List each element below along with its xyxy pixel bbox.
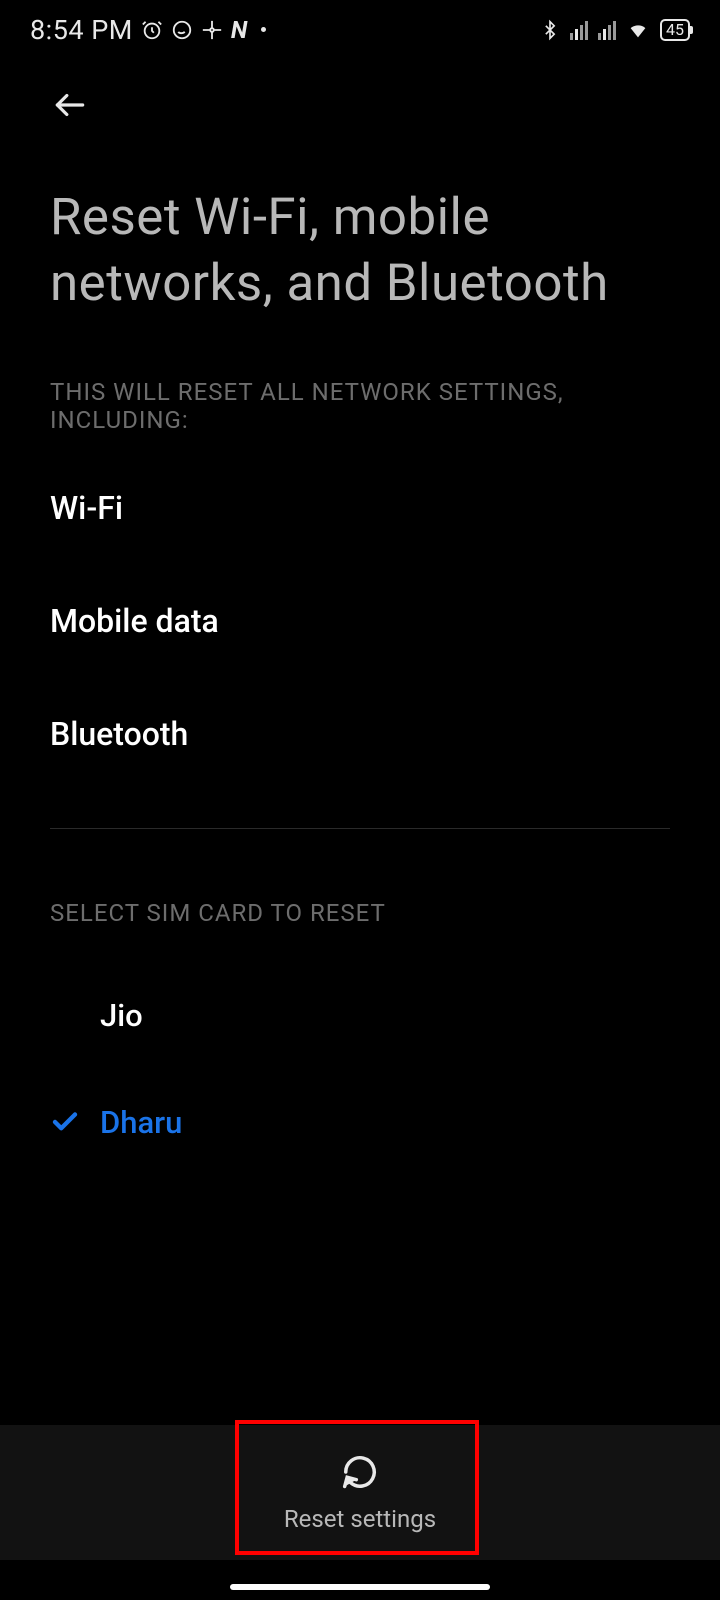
notification-icon: N [231, 16, 247, 44]
status-left: 8:54 PM N [30, 14, 266, 46]
reset-item-mobile-data: Mobile data [50, 602, 670, 640]
status-bar: 8:54 PM N 45 [0, 0, 720, 55]
sim-option-jio[interactable]: Jio [50, 977, 670, 1054]
reset-button-label: Reset settings [284, 1505, 436, 1533]
reset-item-wifi: Wi-Fi [50, 489, 670, 527]
page-title: Reset Wi-Fi, mobile networks, and Blueto… [50, 185, 670, 318]
bottom-bar: Reset settings [0, 1425, 720, 1560]
bluetooth-icon [540, 19, 560, 41]
reset-settings-button[interactable]: Reset settings [224, 1433, 496, 1553]
reset-item-bluetooth: Bluetooth [50, 715, 670, 753]
sim-label: Jio [100, 997, 143, 1034]
divider [50, 828, 670, 829]
whatsapp-icon [171, 19, 193, 41]
sim-option-dharu[interactable]: Dharu [50, 1084, 670, 1161]
nav-home-indicator[interactable] [230, 1584, 490, 1590]
sim-section-header: SELECT SIM CARD TO RESET [50, 899, 670, 927]
reset-icon [341, 1453, 379, 1495]
battery-indicator: 45 [660, 19, 690, 41]
sim-label: Dharu [100, 1104, 182, 1141]
battery-level: 45 [666, 20, 684, 39]
signal-sim1-icon [570, 20, 588, 40]
back-button[interactable] [50, 85, 90, 125]
wifi-icon [626, 19, 650, 41]
check-icon [50, 1107, 100, 1137]
alarm-icon [141, 19, 163, 41]
more-notifications-dot [261, 27, 266, 32]
signal-sim2-icon [598, 20, 616, 40]
status-right: 45 [540, 19, 690, 41]
status-time: 8:54 PM [30, 14, 133, 46]
reset-description: THIS WILL RESET ALL NETWORK SETTINGS, IN… [50, 378, 670, 434]
pinwheel-icon [201, 19, 223, 41]
